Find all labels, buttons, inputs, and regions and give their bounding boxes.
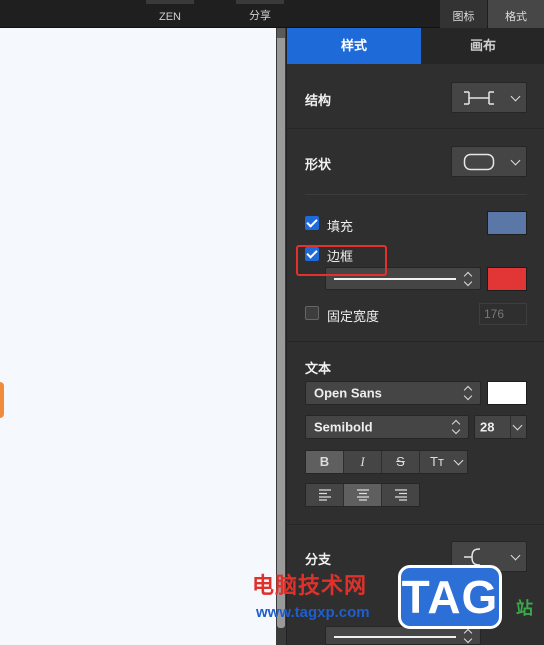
text-case-label: Tт	[430, 454, 444, 469]
top-toolbar: ZEN 分享 图标 格式	[0, 0, 544, 28]
panel-tabs: 样式 画布	[287, 28, 544, 64]
shape-label: 形状	[305, 157, 332, 172]
branch-label: 分支	[305, 552, 332, 567]
updown-chevron-icon	[464, 272, 472, 286]
icon-tab-label: 图标	[452, 11, 475, 23]
fixed-width-label: 固定宽度	[327, 309, 380, 324]
font-weight-select[interactable]: Semibold	[305, 415, 469, 439]
divider	[305, 194, 527, 195]
updown-chevron-icon	[452, 420, 460, 434]
watermark-site-url: www.tagxp.com	[256, 604, 370, 621]
structure-dropdown[interactable]	[451, 82, 527, 113]
divider	[287, 128, 544, 129]
fixed-width-input[interactable]: 176	[479, 303, 527, 325]
rounded-rect-icon	[463, 153, 495, 171]
watermark-tag-logo: TAG	[398, 565, 502, 629]
watermark-partial-text: 站	[516, 599, 533, 618]
updown-chevron-icon	[464, 629, 472, 643]
text-align-group	[305, 483, 420, 507]
fixed-width-checkbox[interactable]	[305, 306, 319, 320]
align-right-button[interactable]	[382, 484, 420, 506]
zen-button[interactable]: ZEN	[146, 0, 194, 28]
chevron-down-icon	[512, 420, 523, 431]
fill-label: 填充	[327, 219, 354, 234]
format-panel: 样式 画布 结构 形状 填充 边框 固定宽度 176 文本 Open Sans	[286, 28, 544, 645]
share-label: 分享	[249, 10, 271, 22]
font-weight-value: Semibold	[314, 419, 373, 435]
icon-tab-button[interactable]: 图标	[440, 0, 487, 28]
watermark-site-name: 电脑技术网	[252, 573, 368, 598]
format-tab-button[interactable]: 格式	[488, 0, 544, 28]
font-style-group: B I S Tт	[305, 450, 468, 474]
structure-label: 结构	[305, 93, 332, 108]
font-color-swatch[interactable]	[487, 381, 527, 405]
align-center-icon	[356, 489, 369, 501]
fill-color-swatch[interactable]	[487, 211, 527, 235]
chevron-down-icon	[453, 455, 464, 466]
structure-brackets-icon	[464, 91, 494, 105]
bold-button[interactable]: B	[306, 451, 344, 473]
italic-button[interactable]: I	[344, 451, 382, 473]
chevron-down-icon	[510, 550, 521, 560]
canvas-scrollbar[interactable]	[276, 28, 286, 645]
align-left-icon	[318, 489, 331, 501]
tab-canvas[interactable]: 画布	[421, 28, 544, 64]
line-width-preview	[334, 636, 456, 638]
mindmap-canvas[interactable]	[0, 28, 276, 645]
font-size-select[interactable]: 28	[474, 415, 527, 439]
updown-chevron-icon	[464, 386, 472, 400]
text-case-button[interactable]: Tт	[420, 451, 467, 473]
zen-label: ZEN	[159, 11, 181, 23]
align-center-button[interactable]	[344, 484, 382, 506]
align-left-button[interactable]	[306, 484, 344, 506]
chevron-down-icon	[510, 155, 521, 165]
strikethrough-button[interactable]: S	[382, 451, 420, 473]
divider	[287, 524, 544, 525]
text-section-label: 文本	[305, 361, 332, 376]
tab-style[interactable]: 样式	[287, 28, 421, 64]
share-icon	[236, 0, 284, 4]
zen-icon	[146, 0, 194, 4]
shape-dropdown[interactable]	[451, 146, 527, 177]
font-size-value: 28	[480, 419, 495, 435]
format-tab-label: 格式	[505, 11, 527, 23]
align-right-icon	[395, 489, 407, 501]
font-size-dropdown-toggle[interactable]	[510, 416, 526, 438]
font-family-select[interactable]: Open Sans	[305, 381, 481, 405]
line-width-preview	[334, 278, 456, 280]
scrollbar-thumb[interactable]	[277, 28, 285, 628]
highlight-annotation-box	[296, 245, 387, 276]
topic-node[interactable]	[0, 382, 4, 418]
border-color-swatch[interactable]	[487, 267, 527, 291]
chevron-down-icon	[510, 91, 521, 101]
font-family-value: Open Sans	[314, 385, 382, 401]
divider	[287, 341, 544, 342]
fill-checkbox[interactable]	[305, 216, 319, 230]
share-button[interactable]: 分享	[236, 0, 284, 28]
